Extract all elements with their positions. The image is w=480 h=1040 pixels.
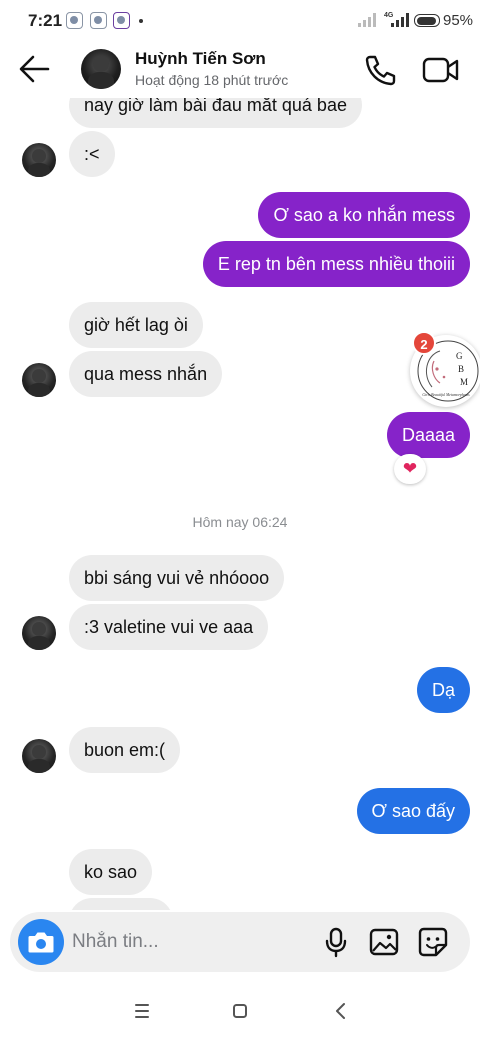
logo-letter: M xyxy=(460,377,468,387)
heart-reaction[interactable]: ❤ xyxy=(394,454,426,484)
app-notification-icon xyxy=(90,12,107,29)
microphone-icon xyxy=(325,927,347,958)
voice-call-button[interactable] xyxy=(360,53,398,87)
gallery-icon xyxy=(369,928,399,956)
home-button[interactable] xyxy=(225,998,255,1024)
camera-icon xyxy=(28,932,54,953)
message-input[interactable] xyxy=(72,926,312,958)
voice-message-button[interactable] xyxy=(321,925,351,959)
chat-header: Huỳnh Tiến Sơn Hoạt động 18 phút trước xyxy=(0,40,480,98)
battery-level xyxy=(416,16,436,25)
incoming-message[interactable]: giờ hết lag òi xyxy=(69,302,203,348)
contact-avatar-small xyxy=(22,363,56,397)
contact-name[interactable]: Huỳnh Tiến Sơn xyxy=(135,49,266,69)
app-notification-icon xyxy=(66,12,83,29)
back-button[interactable] xyxy=(14,51,54,87)
incoming-message[interactable]: bbi sáng vui vẻ nhóooo xyxy=(69,555,285,601)
contact-avatar-small xyxy=(22,616,56,650)
incoming-message-partial[interactable] xyxy=(69,898,173,910)
date-separator: Hôm nay 06:24 xyxy=(192,514,288,530)
phone-icon xyxy=(365,55,396,86)
logo-letter: G xyxy=(456,351,463,361)
message-list[interactable]: nay giờ làm bài đau mắt quá bae :< Ơ sao… xyxy=(0,98,480,910)
signal-icon xyxy=(358,13,376,27)
contact-avatar[interactable] xyxy=(81,49,121,89)
system-navigation-bar xyxy=(0,985,480,1040)
gallery-button[interactable] xyxy=(368,925,400,959)
recent-apps-button[interactable] xyxy=(127,998,157,1024)
incoming-message[interactable]: qua mess nhắn xyxy=(69,351,223,397)
menu-icon xyxy=(135,1004,149,1018)
battery-percent: 95% xyxy=(443,12,474,29)
outgoing-message[interactable]: Daaaa xyxy=(386,412,470,458)
status-bar: 7:21 4G 95% xyxy=(0,0,480,40)
outgoing-message[interactable]: Ơ sao đấy xyxy=(356,788,470,834)
incoming-message[interactable]: nay giờ làm bài đau mắt quá bae xyxy=(69,98,362,128)
outgoing-message[interactable]: Ơ sao a ko nhắn mess xyxy=(258,192,470,238)
message-composer xyxy=(10,912,470,972)
sticker-button[interactable] xyxy=(416,925,450,959)
battery-icon xyxy=(414,14,440,27)
back-chevron-icon xyxy=(336,1003,345,1019)
camera-button[interactable] xyxy=(18,919,64,965)
incoming-message[interactable]: ko sao xyxy=(69,849,153,895)
active-status: Hoạt động 18 phút trước xyxy=(135,72,289,88)
contact-avatar-small xyxy=(22,143,56,177)
contact-avatar-small xyxy=(22,739,56,773)
system-back-button[interactable] xyxy=(326,998,356,1024)
incoming-message[interactable]: :< xyxy=(69,131,115,177)
incoming-message[interactable]: :3 valetine vui ve aaa xyxy=(69,604,269,650)
outgoing-message[interactable]: E rep tn bên mess nhiều thoiii xyxy=(202,241,470,287)
outgoing-message[interactable]: Dạ xyxy=(416,667,470,713)
logo-caption: Girls Beautiful Metamorphosis xyxy=(422,393,470,397)
home-square-icon xyxy=(233,1004,247,1018)
unread-badge: 2 xyxy=(412,331,436,355)
video-call-button[interactable] xyxy=(420,53,462,87)
video-camera-icon xyxy=(422,57,459,83)
incoming-message[interactable]: buon em:( xyxy=(69,727,181,773)
more-notifications-dot xyxy=(139,19,143,23)
sticker-icon xyxy=(418,927,448,957)
logo-letter: B xyxy=(458,364,464,374)
back-arrow-icon xyxy=(19,55,50,83)
signal-icon xyxy=(391,13,409,27)
status-time: 7:21 xyxy=(28,11,63,30)
app-notification-icon xyxy=(113,12,130,29)
